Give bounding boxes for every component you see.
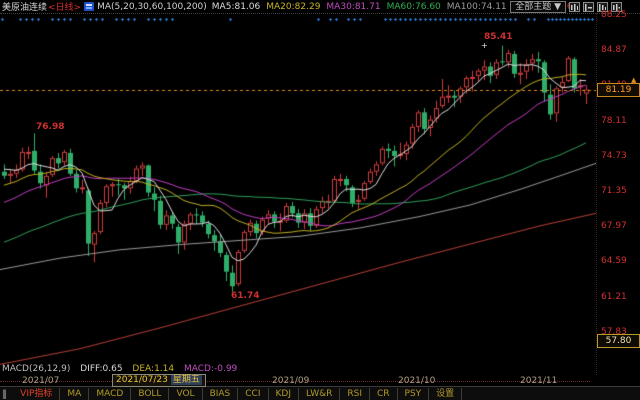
- time-axis-label: 2021/10: [398, 376, 435, 386]
- ma-value-label: MA100:74.11: [447, 2, 507, 12]
- symbol-name[interactable]: 美原油连续: [2, 0, 47, 13]
- chart-pane[interactable]: 76.98 61.74 85.41 +: [0, 13, 640, 376]
- price-axis-label: 71.35: [601, 186, 627, 196]
- period-label[interactable]: <日线>: [48, 0, 81, 13]
- ma-value-label: MA5:81.06: [212, 2, 260, 12]
- chart-layout-button-2[interactable]: [583, 2, 594, 12]
- time-axis-label: 2021/09: [272, 376, 309, 386]
- macd-value: MACD:-0.99: [184, 364, 237, 374]
- ma-settings-label: MA(5,20,30,60,100,200): [97, 2, 207, 12]
- price-extreme-label: 61.74: [231, 291, 259, 301]
- price-axis-label: 88.25: [601, 10, 627, 20]
- macd-title: MACD(26,12,9): [2, 364, 70, 374]
- toolbar-item-kdj[interactable]: KDJ: [269, 388, 300, 400]
- lower-price-tag: 57.80: [597, 334, 640, 348]
- price-axis-label: 64.59: [601, 256, 627, 266]
- chart-header: 美原油连续<日线> MA(5,20,30,60,100,200) MA5:81.0…: [0, 0, 640, 13]
- time-axis-label: 2021/11: [520, 376, 557, 386]
- price-axis-label: 78.11: [601, 116, 627, 126]
- current-price-tag: 81.19: [597, 83, 640, 97]
- time-axis-label: 2021/07: [22, 376, 59, 386]
- price-extreme-label: 85.41: [484, 32, 512, 42]
- toolbar-item-rsi[interactable]: RSI: [340, 388, 370, 400]
- toolbar-item-vol[interactable]: VOL: [169, 388, 202, 400]
- toolbar-item-macd[interactable]: MACD: [89, 388, 131, 400]
- toolbar-item-[interactable]: 设置: [429, 388, 462, 400]
- toolbar-item-ma[interactable]: MA: [60, 388, 89, 400]
- toolbar-grip-icon: ▌: [3, 390, 9, 399]
- ma-value-label: MA20:82.29: [266, 2, 320, 12]
- toolbar-item-bias[interactable]: BIAS: [203, 388, 239, 400]
- macd-dea-value: DEA:1.14: [132, 364, 174, 374]
- toolbar-item-boll[interactable]: BOLL: [131, 388, 169, 400]
- candlestick-chart[interactable]: [0, 14, 596, 376]
- toolbar-item-lwr[interactable]: LW&R: [299, 388, 340, 400]
- chevron-down-icon: ▼: [554, 2, 561, 12]
- price-axis: 88.2584.8781.4978.1174.7371.3567.9764.59…: [596, 13, 640, 375]
- ma-value-label: MA30:81.71: [326, 2, 380, 12]
- toolbar-item-cr[interactable]: CR: [370, 388, 398, 400]
- crosshair-date: 2021/07/23: [116, 375, 168, 385]
- price-axis-label: 74.73: [601, 151, 627, 161]
- crosshair-date-tooltip: 2021/07/23星期五: [112, 374, 206, 387]
- toolbar-item-cci[interactable]: CCI: [238, 388, 268, 400]
- theme-dropdown[interactable]: 全部主题 ▼: [510, 1, 566, 13]
- time-axis: 2021/07 2021/09 2021/10 2021/11 2021/07/23星…: [0, 375, 640, 386]
- price-extreme-label: 76.98: [36, 122, 64, 132]
- toolbar-item-vip[interactable]: VIP指标: [13, 388, 60, 400]
- crosshair-weekday: 星期五: [171, 375, 202, 385]
- chart-layout-button-1[interactable]: [569, 2, 580, 12]
- macd-diff-value: DIFF:0.65: [80, 364, 122, 374]
- price-axis-label: 61.21: [601, 292, 627, 302]
- ma-value-label: MA60:76.60: [387, 2, 441, 12]
- theme-dropdown-label: 全部主题: [515, 2, 551, 12]
- indicator-toolbar: ▌ VIP指标MAMACDBOLLVOLBIASCCIKDJLW&RRSICRP…: [0, 386, 640, 400]
- high-point-marker: +: [481, 41, 488, 50]
- price-axis-label: 84.87: [601, 45, 627, 55]
- indicator-grid-icon[interactable]: [84, 2, 94, 11]
- trading-app-window: 美原油连续<日线> MA(5,20,30,60,100,200) MA5:81.0…: [0, 0, 640, 400]
- price-axis-label: 67.97: [601, 221, 627, 231]
- toolbar-item-psy[interactable]: PSY: [398, 388, 430, 400]
